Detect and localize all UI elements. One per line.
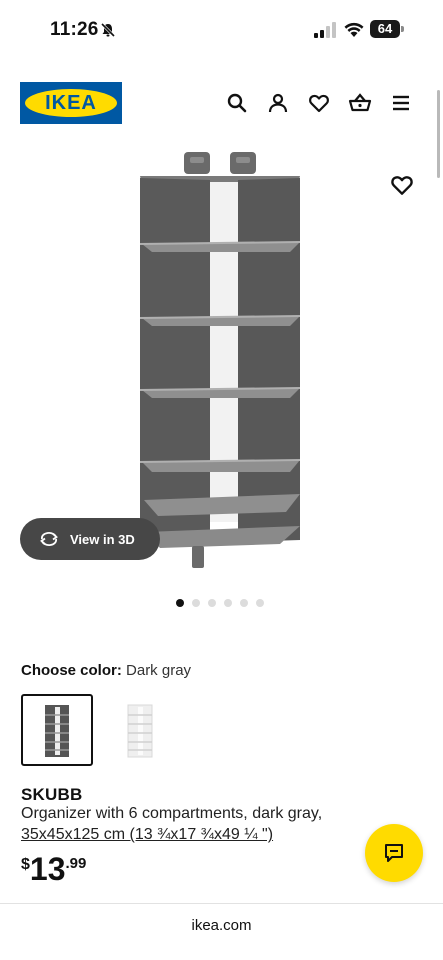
chat-button[interactable]: [365, 824, 423, 882]
view-in-3d-label: View in 3D: [70, 531, 135, 547]
carousel-dots: [176, 599, 264, 607]
price-integer: 13: [29, 851, 66, 887]
product-image: [139, 152, 301, 568]
account-icon[interactable]: [266, 91, 290, 115]
ikea-logo[interactable]: IKEA: [20, 82, 122, 124]
add-to-favorites-icon[interactable]: [389, 172, 415, 198]
battery-indicator: 64: [370, 20, 404, 38]
cart-icon[interactable]: [348, 91, 372, 115]
choose-color-label: Choose color:: [21, 662, 122, 679]
view-in-3d-button[interactable]: View in 3D: [20, 518, 160, 560]
color-swatch-white[interactable]: [104, 694, 176, 766]
carousel-dot[interactable]: [192, 599, 200, 607]
product-dimensions-link[interactable]: 35x45x125 cm (13 ¾x17 ¾x49 ¼ "): [21, 826, 273, 844]
color-swatch-dark-gray[interactable]: [21, 694, 93, 766]
product-name: SKUBB: [21, 785, 83, 804]
price-decimal: .99: [65, 855, 87, 872]
white-thumbnail: [127, 704, 153, 758]
browser-url-bar[interactable]: ikea.com: [0, 903, 443, 960]
choose-color: Choose color: Dark gray: [21, 662, 191, 679]
choose-color-value: Dark gray: [126, 662, 192, 679]
carousel-dot[interactable]: [176, 599, 184, 607]
menu-icon[interactable]: [389, 91, 413, 115]
chat-icon: [385, 844, 403, 862]
search-icon[interactable]: [225, 91, 249, 115]
status-time: 11:26: [50, 19, 99, 40]
carousel-dot[interactable]: [240, 599, 248, 607]
battery-level: 64: [370, 20, 400, 38]
product-price: $ 13 .99: [21, 852, 86, 886]
url-text: ikea.com: [191, 917, 252, 934]
rotate-3d-icon: [40, 532, 58, 546]
carousel-dot[interactable]: [208, 599, 216, 607]
carousel-dot[interactable]: [224, 599, 232, 607]
battery-tip: [401, 26, 404, 32]
wifi-icon: [344, 22, 364, 37]
carousel-dot[interactable]: [256, 599, 264, 607]
cellular-signal-icon: [314, 22, 336, 38]
logo-text: IKEA: [45, 91, 97, 114]
dark-gray-thumbnail: [45, 705, 69, 757]
status-bar: 11:26 64: [0, 0, 443, 62]
logo-oval: IKEA: [25, 89, 117, 117]
site-header: IKEA: [0, 78, 443, 128]
favorites-icon[interactable]: [307, 91, 331, 115]
product-description: Organizer with 6 compartments, dark gray…: [21, 805, 323, 822]
price-currency: $: [21, 856, 30, 873]
bell-off-icon: [100, 22, 116, 38]
